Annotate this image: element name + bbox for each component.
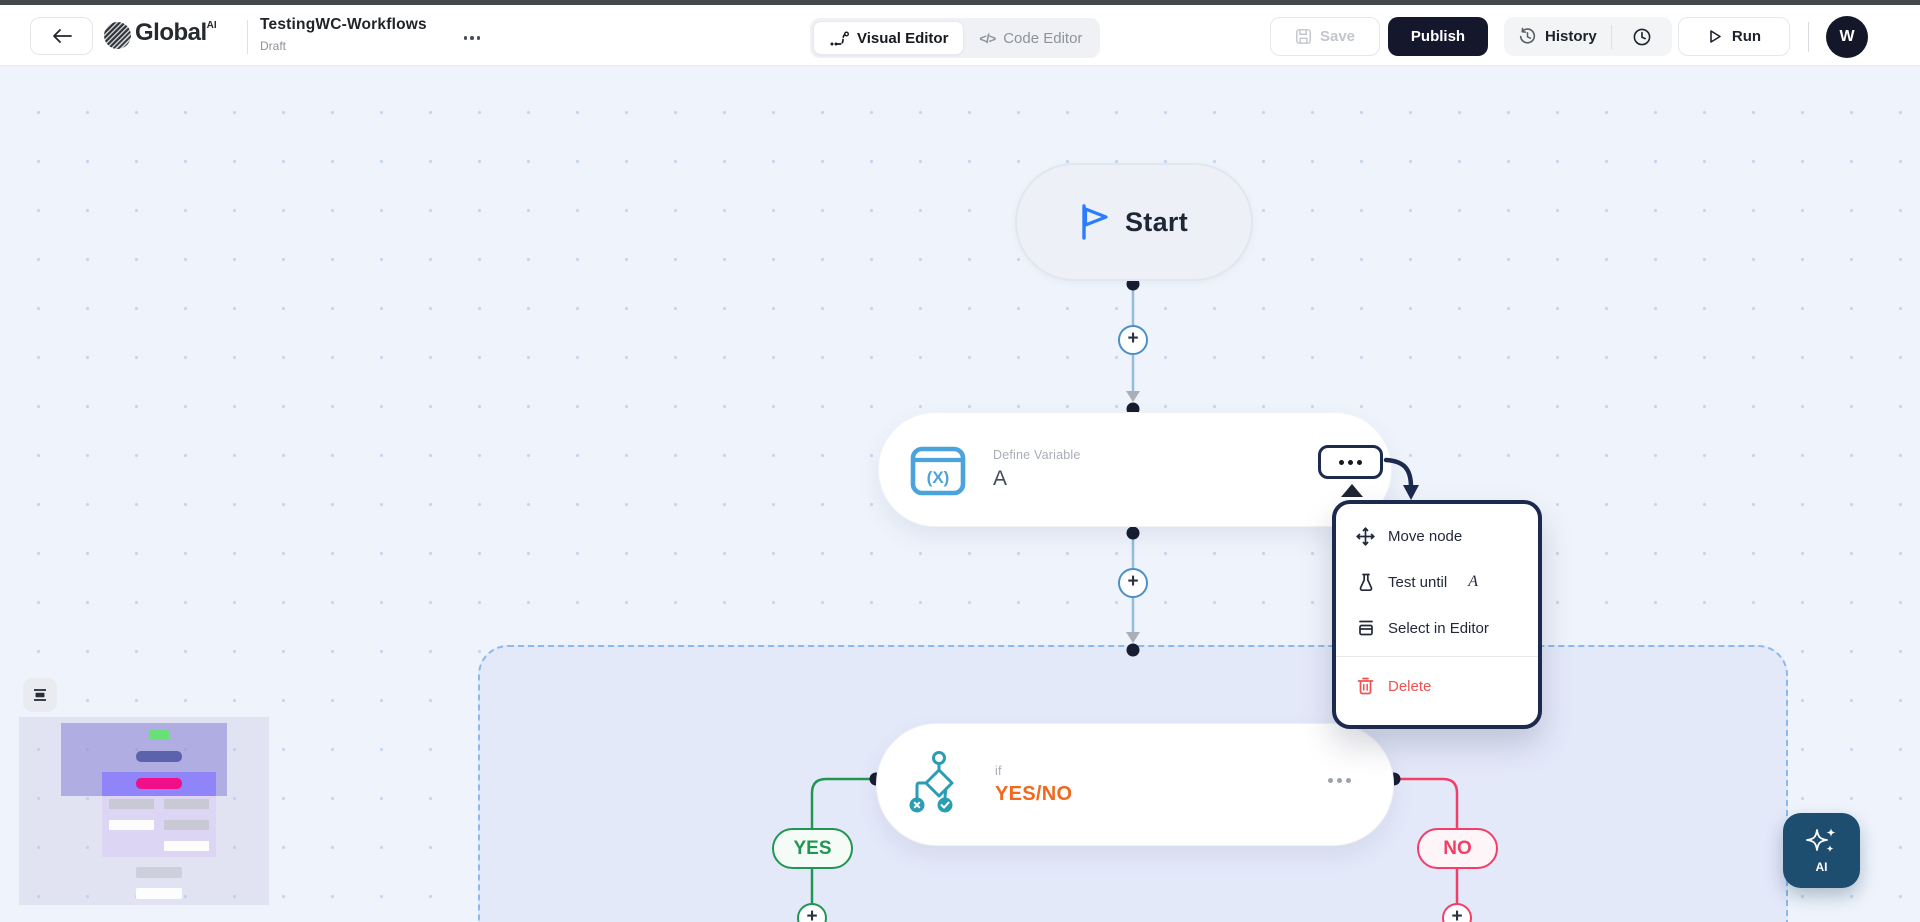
minimap-node	[109, 820, 154, 830]
stack-icon	[1356, 619, 1375, 637]
node-options-button-active[interactable]	[1318, 445, 1383, 479]
minimap-node	[136, 751, 182, 762]
node-type-label: Define Variable	[993, 448, 1081, 462]
minimap-toggle-button[interactable]	[23, 678, 57, 712]
start-node-label: Start	[1125, 207, 1188, 238]
edge-label-yes: YES	[772, 828, 853, 869]
divider	[247, 20, 248, 54]
node-type-label: if	[995, 764, 1072, 778]
minimap[interactable]	[19, 717, 269, 905]
menu-item-move-node[interactable]: Move node	[1336, 513, 1538, 559]
menu-item-select-in-editor[interactable]: Select in Editor	[1336, 605, 1538, 651]
node-name: YES/NO	[995, 783, 1072, 806]
arrow-left-icon	[51, 28, 73, 44]
minimap-node	[164, 799, 209, 809]
flow-path-icon	[829, 30, 849, 47]
menu-item-label: Move node	[1388, 528, 1462, 545]
node-texts: Define Variable A	[993, 448, 1081, 491]
node-condition[interactable]: if YES/NO	[876, 723, 1394, 846]
ai-button-label: AI	[1816, 860, 1828, 874]
logo-text: Global	[135, 19, 207, 47]
node-name: A	[993, 467, 1081, 491]
publish-button[interactable]: Publish	[1388, 17, 1488, 56]
ellipsis-icon	[1328, 778, 1333, 783]
ellipsis-icon	[464, 36, 468, 40]
global-ai-logo: Global AI	[104, 19, 217, 49]
variable-icon: (X)	[909, 441, 967, 499]
logo-superscript: AI	[207, 20, 217, 31]
menu-item-delete[interactable]: Delete	[1336, 663, 1538, 709]
schedule-button[interactable]	[1612, 17, 1672, 56]
history-label: History	[1545, 28, 1597, 45]
condition-icon	[909, 750, 969, 820]
history-group: History	[1504, 17, 1672, 56]
editor-mode-switch: Visual Editor </> Code Editor	[810, 18, 1100, 58]
sparkles-icon	[1806, 827, 1838, 857]
trash-icon	[1356, 677, 1375, 695]
save-icon	[1295, 28, 1312, 45]
tab-visual-editor[interactable]: Visual Editor	[813, 21, 964, 55]
menu-item-value: A	[1468, 573, 1478, 591]
tab-label: Code Editor	[1003, 30, 1082, 47]
node-start[interactable]: Start	[1015, 163, 1253, 281]
save-button[interactable]: Save	[1270, 17, 1380, 56]
run-label: Run	[1732, 28, 1761, 45]
clock-icon	[1632, 27, 1652, 47]
user-avatar[interactable]: W	[1826, 16, 1868, 58]
ellipsis-icon	[1339, 460, 1344, 465]
tab-label: Visual Editor	[857, 30, 948, 47]
code-icon: </>	[979, 31, 995, 46]
minimap-node	[136, 888, 182, 899]
minimap-node	[109, 799, 154, 809]
move-icon	[1356, 527, 1375, 546]
ai-assistant-button[interactable]: AI	[1783, 813, 1860, 888]
menu-item-label: Test until	[1388, 574, 1447, 591]
node-define-variable[interactable]: (X) Define Variable A	[878, 412, 1392, 527]
history-button[interactable]: History	[1504, 17, 1611, 56]
workflow-editor-app: Global AI TestingWC-Workflows Draft Visu…	[0, 0, 1920, 922]
minimap-node	[149, 730, 169, 740]
minimap-node	[136, 778, 182, 789]
avatar-initial: W	[1839, 28, 1854, 46]
tab-code-editor[interactable]: </> Code Editor	[964, 21, 1097, 55]
minimap-node	[164, 820, 209, 830]
window-top-strip	[0, 0, 1920, 5]
node-texts: if YES/NO	[995, 764, 1072, 806]
add-node-button[interactable]: +	[1118, 568, 1148, 598]
minimap-node	[164, 841, 209, 851]
workflow-title: TestingWC-Workflows	[260, 16, 427, 34]
divider	[1808, 22, 1809, 52]
flag-icon	[1080, 204, 1110, 240]
menu-item-test-until[interactable]: Test until A	[1336, 559, 1538, 605]
menu-item-label: Delete	[1388, 678, 1431, 695]
edge-label-no: NO	[1417, 828, 1498, 869]
minimap-node	[136, 867, 182, 878]
play-icon	[1707, 28, 1723, 45]
history-icon	[1518, 27, 1537, 46]
layout-icon	[32, 688, 48, 702]
node-options-button[interactable]	[1328, 778, 1351, 783]
add-node-button[interactable]: +	[1118, 325, 1148, 355]
flask-icon	[1356, 573, 1375, 592]
back-button[interactable]	[30, 17, 93, 55]
node-context-menu: Move node Test until A Select in Editor	[1332, 500, 1542, 729]
publish-label: Publish	[1411, 28, 1465, 45]
globe-icon	[104, 22, 131, 49]
menu-item-label: Select in Editor	[1388, 620, 1489, 637]
menu-divider	[1336, 656, 1538, 657]
save-label: Save	[1320, 28, 1355, 45]
workflow-status: Draft	[260, 39, 427, 53]
workflow-title-block: TestingWC-Workflows Draft	[260, 16, 427, 53]
workflow-more-button[interactable]	[458, 27, 486, 49]
svg-text:(X): (X)	[927, 468, 950, 487]
run-button[interactable]: Run	[1678, 17, 1790, 56]
header-bar: Global AI TestingWC-Workflows Draft Visu…	[0, 5, 1920, 66]
